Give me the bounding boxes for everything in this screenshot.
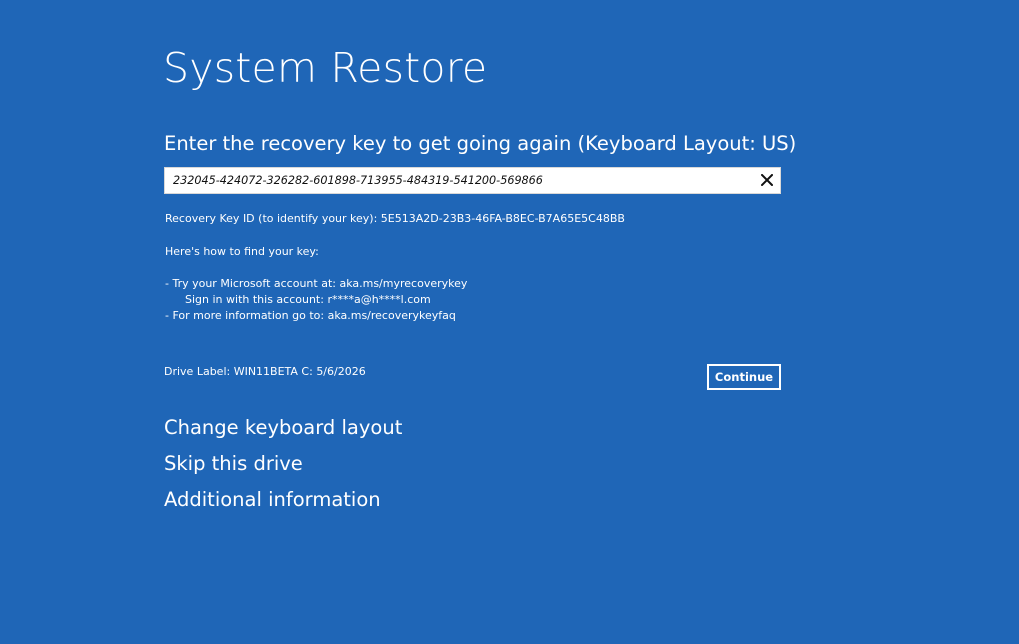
skip-this-drive-link[interactable]: Skip this drive bbox=[164, 452, 303, 475]
drive-label: Drive Label: WIN11BETA C: 5/6/2026 bbox=[164, 365, 366, 378]
continue-button[interactable]: Continue bbox=[707, 364, 781, 390]
find-key-heading: Here's how to find your key: bbox=[165, 245, 319, 258]
instruction-faq-link: - For more information go to: aka.ms/rec… bbox=[165, 309, 456, 322]
change-keyboard-layout-link[interactable]: Change keyboard layout bbox=[164, 416, 402, 439]
instruction-account-link: - Try your Microsoft account at: aka.ms/… bbox=[165, 277, 468, 290]
page-title: System Restore bbox=[163, 44, 488, 92]
recovery-key-field[interactable] bbox=[164, 167, 781, 194]
additional-information-link[interactable]: Additional information bbox=[164, 488, 381, 511]
instruction-account-email: Sign in with this account: r****a@h****l… bbox=[185, 293, 431, 306]
recovery-key-prompt: Enter the recovery key to get going agai… bbox=[164, 132, 797, 155]
close-icon bbox=[760, 171, 773, 190]
recovery-key-id: Recovery Key ID (to identify your key): … bbox=[165, 212, 625, 225]
recovery-key-input[interactable] bbox=[165, 168, 755, 193]
clear-button[interactable] bbox=[756, 170, 777, 191]
